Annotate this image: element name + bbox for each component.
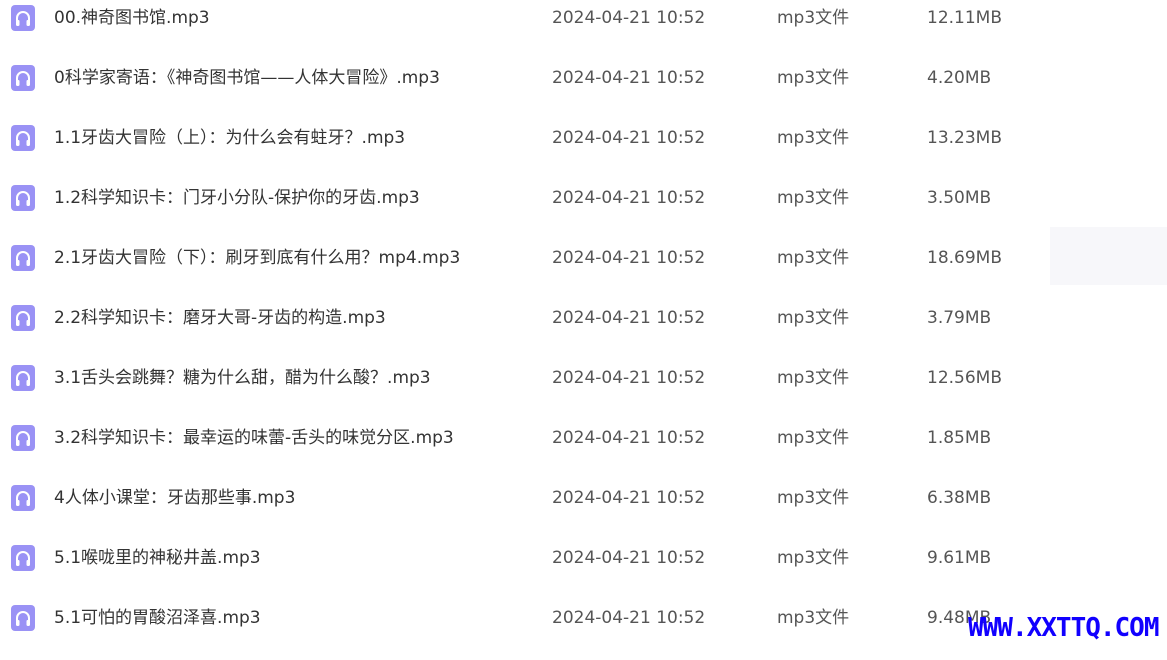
file-type: mp3文件	[777, 368, 850, 388]
file-size: 13.23MB	[927, 128, 1002, 148]
file-type: mp3文件	[777, 68, 850, 88]
file-row[interactable]: 3.1舌头会跳舞？糖为什么甜，醋为什么酸？.mp3 2024-04-21 10:…	[0, 360, 1167, 420]
file-name[interactable]: 3.1舌头会跳舞？糖为什么甜，醋为什么酸？.mp3	[54, 367, 431, 389]
modified-date: 2024-04-21 10:52	[552, 68, 706, 88]
file-type: mp3文件	[777, 308, 850, 328]
file-name[interactable]: 2.2科学知识卡：磨牙大哥-牙齿的构造.mp3	[54, 307, 386, 329]
modified-date: 2024-04-21 10:52	[552, 368, 706, 388]
headphones-icon	[11, 545, 35, 571]
file-row[interactable]: 3.2科学知识卡：最幸运的味蕾-舌头的味觉分区.mp3 2024-04-21 1…	[0, 420, 1167, 480]
headphones-icon	[11, 125, 35, 151]
modified-date: 2024-04-21 10:52	[552, 128, 706, 148]
file-size: 6.38MB	[927, 488, 992, 508]
file-size: 12.56MB	[927, 368, 1002, 388]
modified-date: 2024-04-21 10:52	[552, 248, 706, 268]
headphones-icon	[11, 305, 35, 331]
modified-date: 2024-04-21 10:52	[552, 428, 706, 448]
headphones-icon	[11, 605, 35, 631]
file-type: mp3文件	[777, 128, 850, 148]
file-row[interactable]: 2.2科学知识卡：磨牙大哥-牙齿的构造.mp3 2024-04-21 10:52…	[0, 300, 1167, 360]
file-name[interactable]: 1.1牙齿大冒险（上）：为什么会有蛀牙？.mp3	[54, 127, 405, 149]
file-size: 9.61MB	[927, 548, 992, 568]
file-row[interactable]: 1.2科学知识卡：门牙小分队-保护你的牙齿.mp3 2024-04-21 10:…	[0, 180, 1167, 240]
headphones-icon	[11, 5, 35, 31]
file-type: mp3文件	[777, 188, 850, 208]
headphones-icon	[11, 185, 35, 211]
modified-date: 2024-04-21 10:52	[552, 308, 706, 328]
file-size: 3.50MB	[927, 188, 992, 208]
file-row[interactable]: 2.1牙齿大冒险（下）：刷牙到底有什么用？mp4.mp3 2024-04-21 …	[0, 240, 1167, 300]
file-row[interactable]: 4人体小课堂：牙齿那些事.mp3 2024-04-21 10:52 mp3文件 …	[0, 480, 1167, 540]
watermark: WWW.XXTTQ.COM	[968, 613, 1159, 643]
file-type: mp3文件	[777, 8, 850, 28]
file-name[interactable]: 4人体小课堂：牙齿那些事.mp3	[54, 487, 295, 509]
modified-date: 2024-04-21 10:52	[552, 608, 706, 628]
headphones-icon	[11, 425, 35, 451]
file-name[interactable]: 00.神奇图书馆.mp3	[54, 7, 210, 29]
modified-date: 2024-04-21 10:52	[552, 8, 706, 28]
modified-date: 2024-04-21 10:52	[552, 488, 706, 508]
file-row[interactable]: 1.1牙齿大冒险（上）：为什么会有蛀牙？.mp3 2024-04-21 10:5…	[0, 120, 1167, 180]
modified-date: 2024-04-21 10:52	[552, 188, 706, 208]
file-size: 4.20MB	[927, 68, 992, 88]
file-name[interactable]: 2.1牙齿大冒险（下）：刷牙到底有什么用？mp4.mp3	[54, 247, 460, 269]
file-size: 1.85MB	[927, 428, 992, 448]
headphones-icon	[11, 365, 35, 391]
file-name[interactable]: 1.2科学知识卡：门牙小分队-保护你的牙齿.mp3	[54, 187, 420, 209]
file-row[interactable]: 5.1喉咙里的神秘井盖.mp3 2024-04-21 10:52 mp3文件 9…	[0, 540, 1167, 600]
file-type: mp3文件	[777, 608, 850, 628]
file-type: mp3文件	[777, 248, 850, 268]
headphones-icon	[11, 245, 35, 271]
headphones-icon	[11, 65, 35, 91]
modified-date: 2024-04-21 10:52	[552, 548, 706, 568]
file-name[interactable]: 3.2科学知识卡：最幸运的味蕾-舌头的味觉分区.mp3	[54, 427, 454, 449]
file-size: 12.11MB	[927, 8, 1002, 28]
file-size: 3.79MB	[927, 308, 992, 328]
file-name[interactable]: 5.1喉咙里的神秘井盖.mp3	[54, 547, 261, 569]
file-type: mp3文件	[777, 548, 850, 568]
file-size: 18.69MB	[927, 248, 1002, 268]
file-type: mp3文件	[777, 428, 850, 448]
file-row[interactable]: 0科学家寄语：《神奇图书馆——人体大冒险》.mp3 2024-04-21 10:…	[0, 60, 1167, 120]
file-row[interactable]: 00.神奇图书馆.mp3 2024-04-21 10:52 mp3文件 12.1…	[0, 0, 1167, 60]
headphones-icon	[11, 485, 35, 511]
file-name[interactable]: 5.1可怕的胃酸沼泽喜.mp3	[54, 607, 261, 629]
file-name[interactable]: 0科学家寄语：《神奇图书馆——人体大冒险》.mp3	[54, 67, 440, 89]
file-type: mp3文件	[777, 488, 850, 508]
